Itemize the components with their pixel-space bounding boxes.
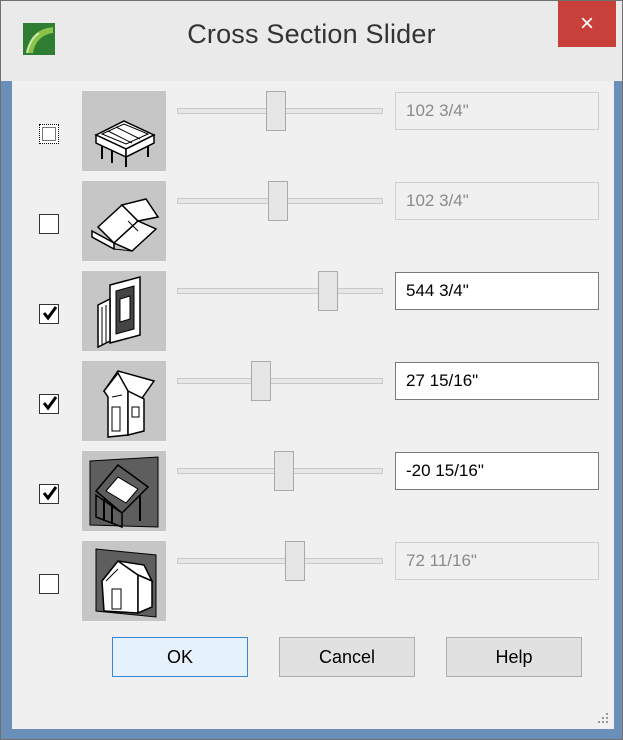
back-cut-slider-thumb[interactable] xyxy=(284,541,305,581)
dialog-window: Cross Section Slider × 102 3/4" 102 3/4"… xyxy=(0,0,623,740)
section-row-roof-framing xyxy=(12,91,614,171)
roof-planes-icon xyxy=(91,198,160,252)
front-cut-thumbnail xyxy=(82,361,166,441)
back-cut-value-field[interactable] xyxy=(395,542,599,580)
front-cut-checkbox[interactable] xyxy=(39,394,59,414)
checkmark-icon xyxy=(42,486,58,501)
wall-section-icon xyxy=(97,276,141,349)
roof-planes-slider-thumb[interactable] xyxy=(268,181,289,221)
wall-section-thumbnail xyxy=(82,271,166,351)
roof-framing-checkbox[interactable] xyxy=(39,124,59,144)
roof-framing-value-field[interactable] xyxy=(395,92,599,130)
roof-framing-icon xyxy=(94,120,156,167)
side-cut-thumbnail xyxy=(82,451,166,531)
roof-planes-thumbnail xyxy=(82,181,166,261)
front-cut-value-field[interactable] xyxy=(395,362,599,400)
roof-framing-thumbnail xyxy=(82,91,166,171)
ok-button[interactable]: OK xyxy=(112,637,248,677)
help-button[interactable]: Help xyxy=(446,637,582,677)
back-cut-thumbnail xyxy=(82,541,166,621)
dialog-title: Cross Section Slider xyxy=(187,19,436,49)
resize-grip-icon[interactable] xyxy=(596,711,610,725)
side-cut-icon xyxy=(89,456,159,529)
cancel-button[interactable]: Cancel xyxy=(279,637,415,677)
wall-section-slider-thumb[interactable] xyxy=(318,271,339,311)
section-row-back-cut xyxy=(12,541,614,621)
wall-section-checkbox[interactable] xyxy=(39,304,59,324)
section-row-wall-section xyxy=(12,271,614,351)
roof-framing-slider-thumb[interactable] xyxy=(266,91,287,131)
section-row-front-cut xyxy=(12,361,614,441)
front-cut-slider-track[interactable] xyxy=(177,378,383,384)
section-row-roof-planes xyxy=(12,181,614,261)
checkmark-icon xyxy=(42,306,58,321)
close-button[interactable]: × xyxy=(558,1,616,47)
title-bar[interactable]: Cross Section Slider × xyxy=(1,1,622,81)
front-cut-slider-thumb[interactable] xyxy=(251,361,272,401)
wall-section-slider-track[interactable] xyxy=(177,288,383,294)
dialog-body: OK Cancel Help xyxy=(12,81,614,729)
roof-planes-checkbox[interactable] xyxy=(39,214,59,234)
wall-section-value-field[interactable] xyxy=(395,272,599,310)
back-cut-icon xyxy=(95,548,157,618)
back-cut-slider-track[interactable] xyxy=(177,558,383,564)
section-row-side-cut xyxy=(12,451,614,531)
back-cut-checkbox[interactable] xyxy=(39,574,59,594)
side-cut-value-field[interactable] xyxy=(395,452,599,490)
side-cut-slider-thumb[interactable] xyxy=(273,451,294,491)
checkmark-icon xyxy=(42,396,58,411)
side-cut-checkbox[interactable] xyxy=(39,484,59,504)
front-cut-icon xyxy=(102,370,156,438)
roof-planes-value-field[interactable] xyxy=(395,182,599,220)
